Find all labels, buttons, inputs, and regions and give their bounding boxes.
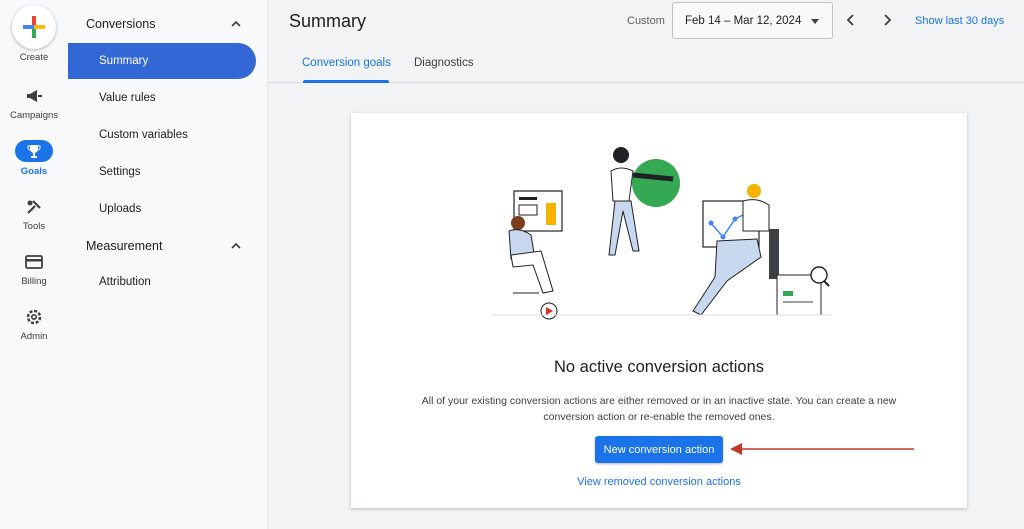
tools-icon[interactable] (22, 197, 46, 217)
secondary-nav: Conversions Summary Value rules Custom v… (68, 0, 268, 529)
chevron-right-icon (884, 14, 892, 26)
next-period-button[interactable] (878, 11, 896, 29)
empty-state-heading: No active conversion actions (553, 358, 765, 376)
nav-section-measurement[interactable]: Measurement (86, 239, 162, 253)
nav-item-custom-variables[interactable]: Custom variables (68, 117, 256, 153)
chevron-up-icon[interactable] (230, 18, 242, 30)
nav-item-summary[interactable]: Summary (68, 43, 256, 79)
active-tab-indicator (303, 80, 389, 83)
tab-bar: Conversion goals Diagnostics (268, 45, 1024, 83)
tab-conversion-goals[interactable]: Conversion goals (302, 57, 391, 69)
date-range-select[interactable]: Feb 14 – Mar 12, 2024 (672, 2, 833, 39)
annotation-arrow-icon (730, 443, 914, 455)
dropdown-caret-icon (811, 19, 819, 24)
create-button[interactable] (12, 5, 56, 49)
nav-item-attribution[interactable]: Attribution (68, 264, 256, 300)
left-rail: Create Campaigns Goals Tools Billing Adm… (0, 0, 68, 529)
rail-item-goals-pill[interactable] (15, 140, 53, 162)
show-last-30-days-link[interactable]: Show last 30 days (915, 15, 1004, 27)
nav-item-value-rules[interactable]: Value rules (68, 80, 256, 116)
nav-section-conversions[interactable]: Conversions (86, 17, 155, 31)
rail-item-billing[interactable]: Billing (0, 276, 68, 287)
new-conversion-action-button[interactable]: New conversion action (595, 436, 723, 463)
gear-icon[interactable] (22, 307, 46, 327)
nav-item-settings[interactable]: Settings (68, 154, 256, 190)
empty-state-description: All of your existing conversion actions … (421, 395, 897, 423)
tab-diagnostics[interactable]: Diagnostics (414, 57, 473, 69)
chevron-up-icon[interactable] (230, 240, 242, 252)
page-title: Summary (289, 11, 367, 31)
megaphone-icon[interactable] (22, 86, 46, 106)
main-content: Summary Custom Feb 14 – Mar 12, 2024 Sho… (268, 0, 1024, 529)
trophy-icon (27, 145, 41, 158)
rail-item-goals[interactable]: Goals (0, 166, 68, 177)
previous-period-button[interactable] (842, 11, 860, 29)
plus-icon (23, 16, 45, 38)
rail-item-campaigns[interactable]: Campaigns (0, 110, 68, 121)
create-label: Create (19, 52, 49, 63)
nav-item-uploads[interactable]: Uploads (68, 191, 256, 227)
rail-item-admin[interactable]: Admin (0, 331, 68, 342)
date-range-type-label: Custom (627, 15, 665, 27)
rail-item-tools[interactable]: Tools (0, 221, 68, 232)
chevron-left-icon (846, 14, 854, 26)
credit-card-icon[interactable] (22, 252, 46, 272)
view-removed-conversion-actions-link[interactable]: View removed conversion actions (351, 476, 967, 488)
people-illustration (491, 147, 831, 320)
date-range-value: Feb 14 – Mar 12, 2024 (685, 14, 802, 27)
